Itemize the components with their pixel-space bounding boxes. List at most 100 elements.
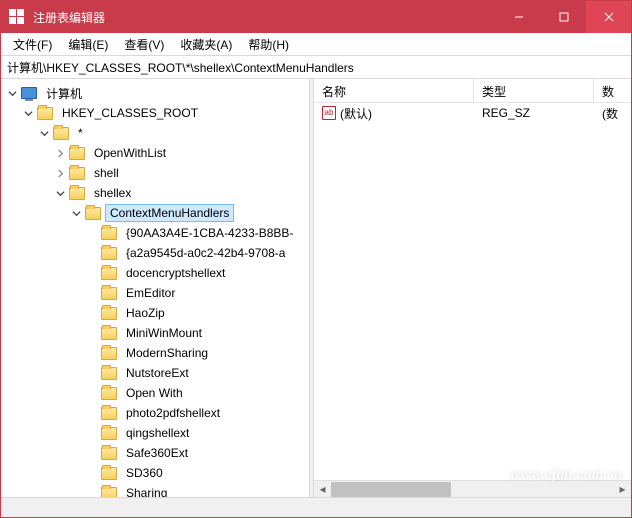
menu-favorites[interactable]: 收藏夹(A) [172, 34, 240, 55]
tree-label: Safe360Ext [121, 444, 193, 462]
tree-label: NutstoreExt [121, 364, 194, 382]
tree-node-child[interactable]: SD360 [5, 463, 309, 483]
folder-icon [69, 187, 85, 200]
address-text: 计算机\HKEY_CLASSES_ROOT\*\shellex\ContextM… [7, 59, 354, 76]
registry-tree: 计算机 HKEY_CLASSES_ROOT * OpenWithList [1, 79, 309, 497]
tree-node-child[interactable]: HaoZip [5, 303, 309, 323]
folder-icon [101, 307, 117, 320]
tree-node-computer[interactable]: 计算机 [5, 83, 309, 103]
tree-node-child[interactable]: docencryptshellext [5, 263, 309, 283]
minimize-button[interactable] [496, 1, 541, 33]
tree-label: photo2pdfshellext [121, 404, 225, 422]
tree-node-child[interactable]: Open With [5, 383, 309, 403]
maximize-button[interactable] [541, 1, 586, 33]
tree-node-contextmenuhandlers[interactable]: ContextMenuHandlers [5, 203, 309, 223]
computer-icon [21, 87, 37, 99]
folder-icon [101, 327, 117, 340]
tree-label: HaoZip [121, 304, 170, 322]
tree-node-openwithlist[interactable]: OpenWithList [5, 143, 309, 163]
tree-label: Sharing [121, 484, 172, 497]
chevron-down-icon[interactable] [69, 206, 83, 220]
chevron-down-icon[interactable] [37, 126, 51, 140]
folder-icon [101, 447, 117, 460]
addressbar[interactable]: 计算机\HKEY_CLASSES_ROOT\*\shellex\ContextM… [1, 56, 631, 79]
tree-label: 计算机 [41, 83, 87, 104]
folder-icon [101, 227, 117, 240]
chevron-down-icon[interactable] [53, 186, 67, 200]
tree-node-child[interactable]: Safe360Ext [5, 443, 309, 463]
titlebar[interactable]: 注册表编辑器 [1, 1, 631, 33]
folder-icon [85, 207, 101, 220]
tree-label: docencryptshellext [121, 264, 230, 282]
list-row[interactable]: (默认) REG_SZ (数 [314, 103, 631, 123]
regedit-window: 注册表编辑器 文件(F) 编辑(E) 查看(V) 收藏夹(A) 帮助(H) 计算… [0, 0, 632, 518]
chevron-right-icon[interactable] [53, 146, 67, 160]
tree-node-child[interactable]: photo2pdfshellext [5, 403, 309, 423]
tree-node-child[interactable]: Sharing [5, 483, 309, 497]
folder-icon [101, 347, 117, 360]
chevron-down-icon[interactable] [21, 106, 35, 120]
tree-node-star[interactable]: * [5, 123, 309, 143]
menu-file[interactable]: 文件(F) [5, 34, 60, 55]
folder-icon [69, 147, 85, 160]
tree-node-child[interactable]: {a2a9545d-a0c2-42b4-9708-a [5, 243, 309, 263]
list-horizontal-scrollbar[interactable]: ◂ ▸ [314, 480, 631, 497]
menubar: 文件(F) 编辑(E) 查看(V) 收藏夹(A) 帮助(H) [1, 33, 631, 56]
tree-node-child[interactable]: {90AA3A4E-1CBA-4233-B8BB- [5, 223, 309, 243]
column-type[interactable]: 类型 [474, 79, 594, 102]
tree-node-child[interactable]: MiniWinMount [5, 323, 309, 343]
tree-label: Open With [121, 384, 188, 402]
folder-icon [101, 407, 117, 420]
tree-label: {a2a9545d-a0c2-42b4-9708-a [121, 244, 290, 262]
folder-icon [69, 167, 85, 180]
folder-icon [37, 107, 53, 120]
tree-node-shellex[interactable]: shellex [5, 183, 309, 203]
value-data-cell: (数 [594, 105, 631, 122]
tree-node-shell[interactable]: shell [5, 163, 309, 183]
window-title: 注册表编辑器 [33, 9, 496, 26]
value-name: (默认) [340, 105, 372, 122]
menu-help[interactable]: 帮助(H) [240, 34, 297, 55]
tree-node-child[interactable]: qingshellext [5, 423, 309, 443]
column-data[interactable]: 数 [594, 79, 631, 102]
list-header: 名称 类型 数 [314, 79, 631, 103]
tree-label: EmEditor [121, 284, 180, 302]
menu-view[interactable]: 查看(V) [116, 34, 172, 55]
statusbar [1, 497, 631, 517]
folder-icon [101, 267, 117, 280]
tree-node-hkcr[interactable]: HKEY_CLASSES_ROOT [5, 103, 309, 123]
value-name-cell: (默认) [314, 105, 474, 122]
tree-node-child[interactable]: EmEditor [5, 283, 309, 303]
string-value-icon [322, 106, 336, 120]
tree-label: SD360 [121, 464, 168, 482]
list-body[interactable]: (默认) REG_SZ (数 [314, 103, 631, 480]
content-area: 计算机 HKEY_CLASSES_ROOT * OpenWithList [1, 79, 631, 497]
tree-label: * [73, 124, 88, 142]
menu-edit[interactable]: 编辑(E) [60, 34, 116, 55]
close-button[interactable] [586, 1, 631, 33]
folder-icon [101, 467, 117, 480]
tree-label: ModernSharing [121, 344, 213, 362]
folder-icon [101, 247, 117, 260]
folder-icon [101, 427, 117, 440]
column-name[interactable]: 名称 [314, 79, 474, 102]
tree-label: {90AA3A4E-1CBA-4233-B8BB- [121, 224, 298, 242]
tree-label: OpenWithList [89, 144, 171, 162]
tree-node-child[interactable]: ModernSharing [5, 343, 309, 363]
tree-label: HKEY_CLASSES_ROOT [57, 104, 203, 122]
tree-label: ContextMenuHandlers [105, 204, 234, 222]
tree-node-child[interactable]: NutstoreExt [5, 363, 309, 383]
tree-label: qingshellext [121, 424, 194, 442]
value-type-cell: REG_SZ [474, 106, 594, 120]
tree-label: shell [89, 164, 124, 182]
chevron-down-icon[interactable] [5, 86, 19, 100]
tree-label: shellex [89, 184, 136, 202]
app-icon [9, 9, 25, 25]
folder-icon [53, 127, 69, 140]
folder-icon [101, 387, 117, 400]
folder-icon [101, 487, 117, 498]
tree-pane[interactable]: 计算机 HKEY_CLASSES_ROOT * OpenWithList [1, 79, 309, 497]
chevron-right-icon[interactable] [53, 166, 67, 180]
folder-icon [101, 287, 117, 300]
tree-label: MiniWinMount [121, 324, 207, 342]
